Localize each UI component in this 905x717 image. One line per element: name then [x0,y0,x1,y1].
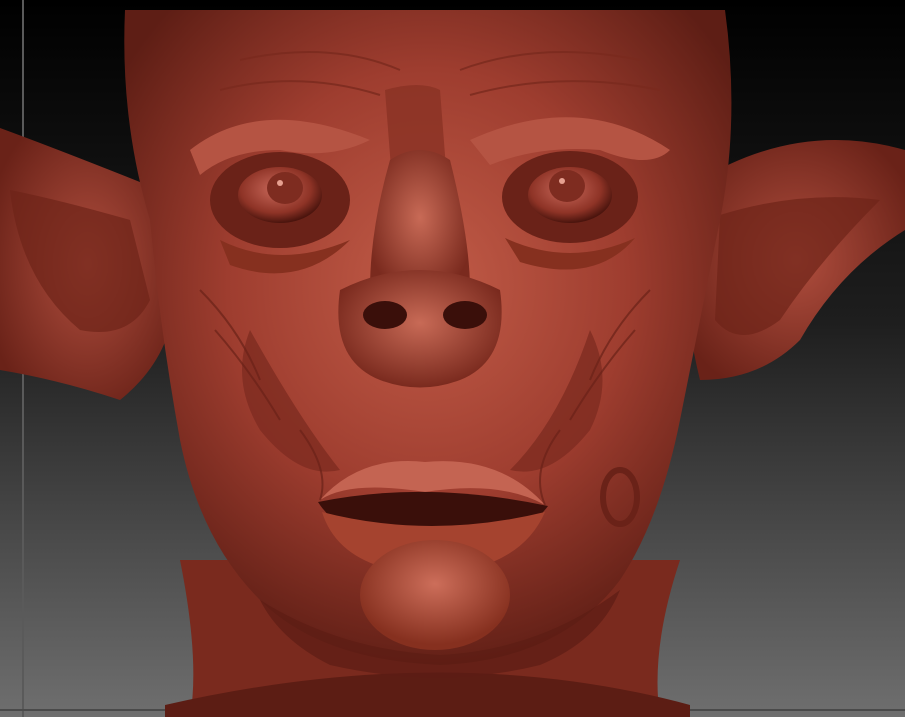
sculpt-viewport[interactable] [0,0,905,717]
right-nostril [443,301,487,329]
nose [338,270,502,388]
chin [360,540,510,650]
right-eye-highlight [559,178,565,184]
left-nostril [363,301,407,329]
left-eye-highlight [277,180,283,186]
left-pupil [267,172,303,204]
right-pupil [549,170,585,202]
goblin-head-sculpt[interactable] [0,0,905,717]
